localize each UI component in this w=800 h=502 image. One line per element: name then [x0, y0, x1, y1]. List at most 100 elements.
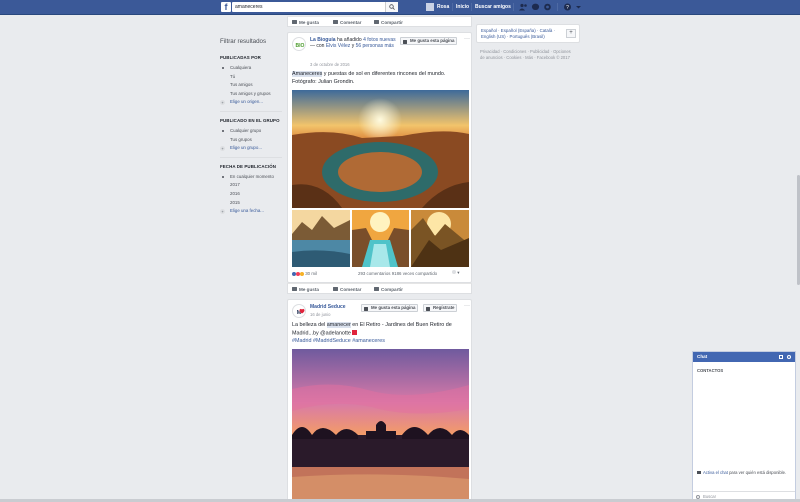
search-button[interactable] [385, 2, 398, 12]
more-options-icon[interactable]: ··· [464, 303, 470, 309]
post-header: La Bioguía ha añadido 4 fotos nuevas — c… [310, 37, 396, 50]
chat-icon [697, 471, 701, 474]
nav-divider [471, 3, 472, 11]
plus-icon: + [220, 99, 225, 105]
filter-choose-date[interactable]: + Elige una fecha... [220, 207, 290, 216]
post-author-link[interactable]: La Bioguía [310, 37, 336, 43]
thumbnail-photo-lake[interactable] [292, 210, 350, 267]
selected-dot-icon [222, 129, 224, 132]
svg-text:BIO: BIO [296, 43, 305, 49]
like-icon [292, 20, 297, 24]
filter-option-2017[interactable]: 2017 [220, 181, 290, 190]
nav-find-friends[interactable]: Buscar amigos [475, 4, 511, 10]
divider [220, 156, 282, 158]
filter-option-friends-groups[interactable]: Tus amigos y grupos [220, 90, 290, 99]
comment-button[interactable]: Comentar [333, 287, 361, 292]
sign-up-button[interactable]: Regístrate [423, 304, 458, 312]
post-text: Amaneceres y puestas de sol en diferente… [292, 71, 446, 85]
post-text: La belleza del amanecer en El Retiro - J… [292, 322, 452, 344]
language-selector: Español · Español (España) · Català · En… [476, 24, 580, 43]
page-avatar[interactable]: M [292, 304, 306, 318]
filter-heading-group: PUBLICADO EN EL GRUPO [220, 117, 280, 123]
nav-divider [557, 3, 558, 11]
share-button[interactable]: Compartir [374, 20, 403, 25]
reactions-summary[interactable]: 30 mil [292, 271, 317, 276]
nav-divider [452, 3, 453, 11]
comments-shares-count[interactable]: 293 comentarios 9186 veces compartido [358, 271, 437, 276]
contacts-heading: CONTACTOS [697, 368, 724, 373]
filter-option-friends[interactable]: Tus amigos [220, 81, 290, 90]
hashtags-link[interactable]: #Madrid #MadridSeduce #amaneceres [292, 338, 385, 344]
camera-emoji-icon [352, 329, 358, 335]
filter-choose-source[interactable]: + Elige un origen... [220, 98, 290, 107]
search-input[interactable]: amaneceres [232, 2, 392, 12]
pencil-icon [426, 306, 430, 311]
page-avatar[interactable]: BIO [292, 37, 306, 51]
selected-dot-icon [222, 175, 224, 178]
post-la-bioguia: BIO La Bioguía ha añadido 4 fotos nuevas… [287, 32, 472, 283]
new-message-icon[interactable] [779, 355, 783, 359]
like-page-button[interactable]: Me gusta esta página [361, 304, 419, 312]
thumbnail-photo-waterfall[interactable] [352, 210, 409, 267]
more-options-icon[interactable]: ··· [464, 36, 470, 42]
like-icon [292, 287, 297, 291]
chevron-down-icon[interactable] [574, 3, 583, 11]
svg-text:?: ? [566, 5, 569, 11]
gear-icon[interactable] [787, 355, 791, 359]
search-icon [389, 4, 395, 10]
nav-home[interactable]: Inicio [456, 4, 469, 10]
others-link[interactable]: 56 personas más [356, 43, 394, 49]
user-avatar[interactable] [426, 3, 434, 11]
add-language-button[interactable]: + [566, 29, 576, 38]
viewer-selector[interactable]: ▾ [452, 270, 466, 276]
photos-link[interactable]: 4 fotos nuevas [363, 37, 396, 43]
filter-option-you[interactable]: Tú [220, 73, 290, 82]
filter-heading-date: FECHA DE PUBLICACIÓN [220, 163, 276, 169]
activate-chat-link[interactable]: Activa el chat [703, 470, 728, 475]
filter-option-any-time[interactable]: En cualquier momento [220, 173, 290, 182]
footer-links[interactable]: Privacidad · Condiciones · Publicidad · … [480, 49, 575, 60]
thumbs-up-icon [403, 39, 407, 44]
post-header: Madrid Seduce [310, 304, 346, 310]
like-button[interactable]: Me gusta [292, 20, 319, 25]
main-photo-retiro-sunrise[interactable] [292, 349, 469, 502]
post-date[interactable]: 16 de junio [310, 312, 331, 317]
like-button[interactable]: Me gusta [292, 287, 319, 292]
filter-option-any-group[interactable]: Cualquier grupo [220, 127, 290, 136]
friend-requests-icon[interactable] [519, 3, 528, 11]
chat-title: Chat [697, 354, 708, 359]
filter-option-your-groups[interactable]: Tus grupos [220, 136, 290, 145]
nav-divider [513, 3, 514, 11]
notifications-icon[interactable] [543, 3, 552, 11]
tagged-friend-link[interactable]: Elvis Vélez [326, 43, 350, 49]
share-button[interactable]: Compartir [374, 287, 403, 292]
nav-user-name[interactable]: Rosa [437, 4, 449, 10]
filters-sidebar: Filtrar resultados PUBLICADAS POR Cualqu… [220, 38, 290, 216]
chat-header[interactable]: Chat [693, 352, 795, 362]
filter-option-2015[interactable]: 2015 [220, 199, 290, 208]
post-author-link[interactable]: Madrid Seduce [310, 304, 346, 310]
comment-button[interactable]: Comentar [333, 20, 361, 25]
share-icon [374, 287, 379, 291]
messages-icon[interactable] [531, 3, 540, 11]
bio-logo-icon: BIO [296, 43, 305, 49]
main-photo-canyon[interactable] [292, 90, 469, 208]
wow-reaction-icon [300, 271, 304, 276]
facebook-logo[interactable]: f [221, 2, 231, 12]
filter-option-anyone[interactable]: Cualquiera [220, 64, 290, 73]
plus-icon: + [220, 145, 225, 151]
thumbs-up-icon [364, 306, 368, 311]
previous-post-actions: Me gusta Comentar Compartir [287, 16, 472, 27]
filter-heading-posted-by: PUBLICADAS POR [220, 55, 261, 60]
filter-option-2016[interactable]: 2016 [220, 190, 290, 199]
comment-icon [333, 20, 338, 24]
avatar-icon [452, 270, 456, 274]
thumbnail-photo-mountain[interactable] [411, 210, 469, 267]
language-links[interactable]: Español · Español (España) · Català · En… [481, 28, 565, 40]
filters-title: Filtrar resultados [220, 38, 267, 45]
help-icon[interactable]: ? [563, 3, 572, 11]
selected-dot-icon [222, 67, 224, 69]
post-date[interactable]: 3 de octubre de 2016 [310, 62, 350, 67]
filter-choose-group[interactable]: + Elige un grupo... [220, 144, 290, 153]
like-page-button[interactable]: Me gusta esta página [400, 37, 458, 45]
